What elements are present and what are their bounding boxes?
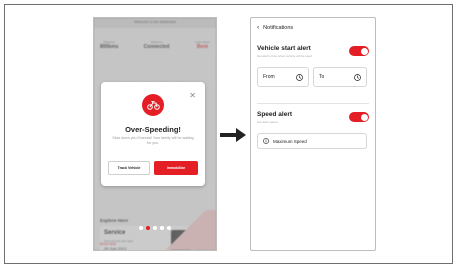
stat-value: Connected — [143, 44, 170, 50]
dashboard-stats: Distance 800kms Distance Connected Lock … — [100, 40, 210, 50]
maximum-speed-field[interactable]: Maximum Speed — [257, 133, 367, 149]
clock-icon — [354, 73, 361, 81]
service-card-date: 06 July 2021 — [104, 246, 127, 251]
from-time-field[interactable]: From — [257, 67, 309, 87]
notifications-header: ‹ Notifications — [257, 24, 293, 31]
speed-alert-toggle[interactable] — [349, 112, 369, 122]
to-label: To — [319, 74, 325, 80]
motorcycle-icon — [142, 94, 164, 116]
carousel-dot-active[interactable] — [146, 226, 150, 230]
maximum-speed-label: Maximum Speed — [273, 138, 307, 144]
clock-icon — [296, 73, 303, 81]
speed-alert-title: Speed alert — [257, 111, 293, 118]
section-divider — [257, 103, 369, 104]
vehicle-start-alert-toggle[interactable] — [349, 46, 369, 56]
stat-value: Bent — [196, 44, 208, 50]
immobilize-button[interactable]: Immobilize — [154, 161, 198, 175]
right-arrow-icon — [220, 128, 246, 142]
over-speeding-modal: ✕ Over-Speeding! Slow down you Emerald! … — [101, 82, 205, 186]
close-icon[interactable]: ✕ — [189, 92, 196, 100]
modal-title: Over-Speeding! — [125, 125, 181, 134]
notifications-phone: ‹ Notifications Vehicle start alert Get … — [250, 17, 376, 251]
book-now-link[interactable]: Book Now — [100, 242, 116, 246]
stat-value: 800kms — [100, 44, 119, 50]
page-title: Notifications — [263, 24, 294, 31]
from-label: From — [263, 74, 275, 80]
decorative-accent — [156, 210, 216, 250]
stat-lock: Lock status Bent — [195, 40, 210, 50]
info-icon — [263, 138, 269, 144]
carousel-dots — [94, 226, 216, 230]
toggle-knob — [360, 47, 368, 55]
stat-connection: Distance Connected — [144, 40, 170, 50]
service-card-title: Service — [104, 230, 126, 236]
toggle-knob — [360, 113, 368, 121]
to-time-field[interactable]: To — [313, 67, 367, 87]
chevron-left-icon[interactable]: ‹ — [257, 24, 259, 31]
carousel-dot[interactable] — [153, 226, 157, 230]
vehicle-start-alert-subtitle: Get alert's time when vehicle will be us… — [257, 54, 312, 58]
vehicle-start-alert-title: Vehicle start alert — [257, 45, 311, 52]
carousel-dot[interactable] — [167, 226, 171, 230]
track-vehicle-button[interactable]: Track Vehicle — [108, 161, 150, 175]
explore-section-title: Explore Hero — [100, 218, 129, 223]
carousel-dot[interactable] — [139, 226, 143, 230]
carousel-dot[interactable] — [160, 226, 164, 230]
modal-description: Slow down you Emerald! Your family will … — [112, 136, 194, 145]
stat-distance: Distance 800kms — [100, 40, 118, 50]
speed-alert-subtitle: Get alert speed — [257, 120, 278, 124]
dashboard-welcome-text: Welcome to the dashboard — [134, 20, 176, 24]
